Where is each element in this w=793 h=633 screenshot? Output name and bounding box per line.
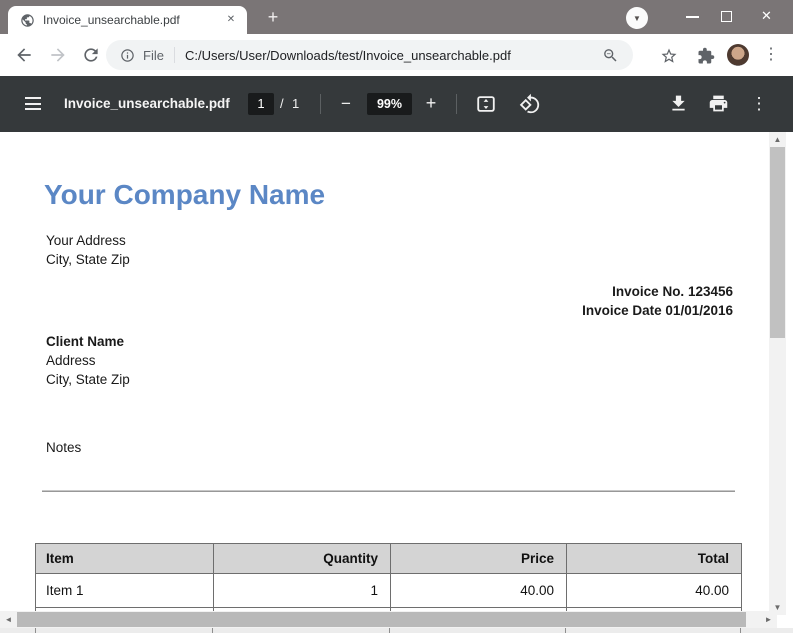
- horizontal-scrollbar[interactable]: ◄ ►: [0, 611, 777, 628]
- table-header-row: Item Quantity Price Total: [36, 544, 742, 574]
- page-total: 1: [292, 96, 299, 111]
- col-header-item: Item: [36, 544, 214, 574]
- window-maximize-button[interactable]: [721, 11, 732, 22]
- page-info-icon[interactable]: [120, 48, 135, 63]
- cell-total: 40.00: [567, 574, 742, 608]
- toolbar-divider: [456, 94, 457, 114]
- page-separator: /: [280, 96, 284, 111]
- scroll-left-icon[interactable]: ◄: [0, 611, 17, 628]
- pdf-page: Your Company Name Your Address City, Sta…: [0, 132, 793, 633]
- notes-label: Notes: [46, 440, 81, 455]
- pdf-more-kebab-icon[interactable]: ⋮: [748, 93, 770, 115]
- invoice-meta-block: Invoice No. 123456 Invoice Date 01/01/20…: [582, 282, 733, 320]
- caret-down-icon: ▼: [633, 14, 641, 23]
- clipped-table-sliver: [0, 628, 793, 633]
- vertical-scrollbar[interactable]: ▲ ▼: [769, 132, 786, 615]
- col-header-quantity: Quantity: [214, 544, 391, 574]
- client-address-line1: Address: [46, 351, 130, 370]
- url-text[interactable]: C:/Users/User/Downloads/test/Invoice_uns…: [185, 48, 602, 63]
- print-icon[interactable]: [708, 93, 730, 115]
- window-close-button[interactable]: ✕: [761, 8, 772, 24]
- scroll-up-icon[interactable]: ▲: [769, 132, 786, 147]
- horizontal-scrollbar-thumb[interactable]: [17, 612, 746, 627]
- reload-icon[interactable]: [81, 45, 101, 65]
- back-icon[interactable]: [14, 45, 34, 65]
- url-omnibox[interactable]: File C:/Users/User/Downloads/test/Invoic…: [106, 40, 633, 70]
- address-bar: File C:/Users/User/Downloads/test/Invoic…: [0, 34, 793, 76]
- company-address-block: Your Address City, State Zip: [46, 231, 130, 269]
- invoice-date: Invoice Date 01/01/2016: [582, 301, 733, 320]
- cell-price: 40.00: [391, 574, 567, 608]
- cell-item: Item 1: [36, 574, 214, 608]
- cell-quantity: 1: [214, 574, 391, 608]
- profile-avatar[interactable]: [727, 44, 749, 66]
- forward-icon[interactable]: [48, 45, 68, 65]
- chip-separator: [174, 47, 175, 63]
- vertical-scrollbar-thumb[interactable]: [770, 147, 785, 338]
- company-address-line2: City, State Zip: [46, 250, 130, 269]
- pdf-menu-icon[interactable]: [25, 97, 41, 110]
- bookmark-star-icon[interactable]: [660, 47, 678, 65]
- zoom-level-display: 99%: [367, 93, 412, 115]
- scroll-right-icon[interactable]: ►: [760, 611, 777, 628]
- page-number-input[interactable]: 1: [248, 93, 274, 115]
- tab-invoice-pdf[interactable]: Invoice_unsearchable.pdf ✕: [8, 6, 247, 34]
- client-name: Client Name: [46, 332, 130, 351]
- globe-favicon-icon: [20, 13, 35, 28]
- browser-menu-kebab-icon[interactable]: ⋮: [763, 44, 779, 66]
- tab-close-icon[interactable]: ✕: [223, 12, 239, 28]
- scheme-chip: File: [143, 48, 164, 63]
- zoom-indicator-icon[interactable]: [602, 47, 619, 64]
- extensions-puzzle-icon[interactable]: [697, 47, 715, 65]
- download-icon[interactable]: [668, 93, 690, 115]
- tab-title: Invoice_unsearchable.pdf: [43, 13, 223, 27]
- fit-to-page-icon[interactable]: [475, 93, 497, 115]
- rotate-icon[interactable]: [519, 93, 541, 115]
- client-block: Client Name Address City, State Zip: [46, 332, 130, 389]
- col-header-price: Price: [391, 544, 567, 574]
- company-address-line1: Your Address: [46, 231, 130, 250]
- invoice-number: Invoice No. 123456: [582, 282, 733, 301]
- horizontal-divider: [42, 490, 735, 492]
- new-tab-button[interactable]: +: [260, 5, 286, 29]
- company-name: Your Company Name: [44, 179, 325, 211]
- client-address-line2: City, State Zip: [46, 370, 130, 389]
- toolbar-divider: [320, 94, 321, 114]
- browser-window: Invoice_unsearchable.pdf ✕ + ▼ ✕ File C:…: [0, 0, 793, 633]
- zoom-out-button[interactable]: −: [336, 93, 356, 115]
- window-minimize-button[interactable]: [686, 16, 699, 18]
- zoom-in-button[interactable]: +: [421, 92, 441, 114]
- tab-bar: Invoice_unsearchable.pdf ✕ + ▼ ✕: [0, 0, 793, 34]
- pdf-toolbar: Invoice_unsearchable.pdf 1 / 1 − 99% + ⋮: [0, 76, 793, 132]
- pdf-document-title: Invoice_unsearchable.pdf: [64, 96, 230, 111]
- tab-search-button[interactable]: ▼: [626, 7, 648, 29]
- table-row: Item 1 1 40.00 40.00: [36, 574, 742, 608]
- col-header-total: Total: [567, 544, 742, 574]
